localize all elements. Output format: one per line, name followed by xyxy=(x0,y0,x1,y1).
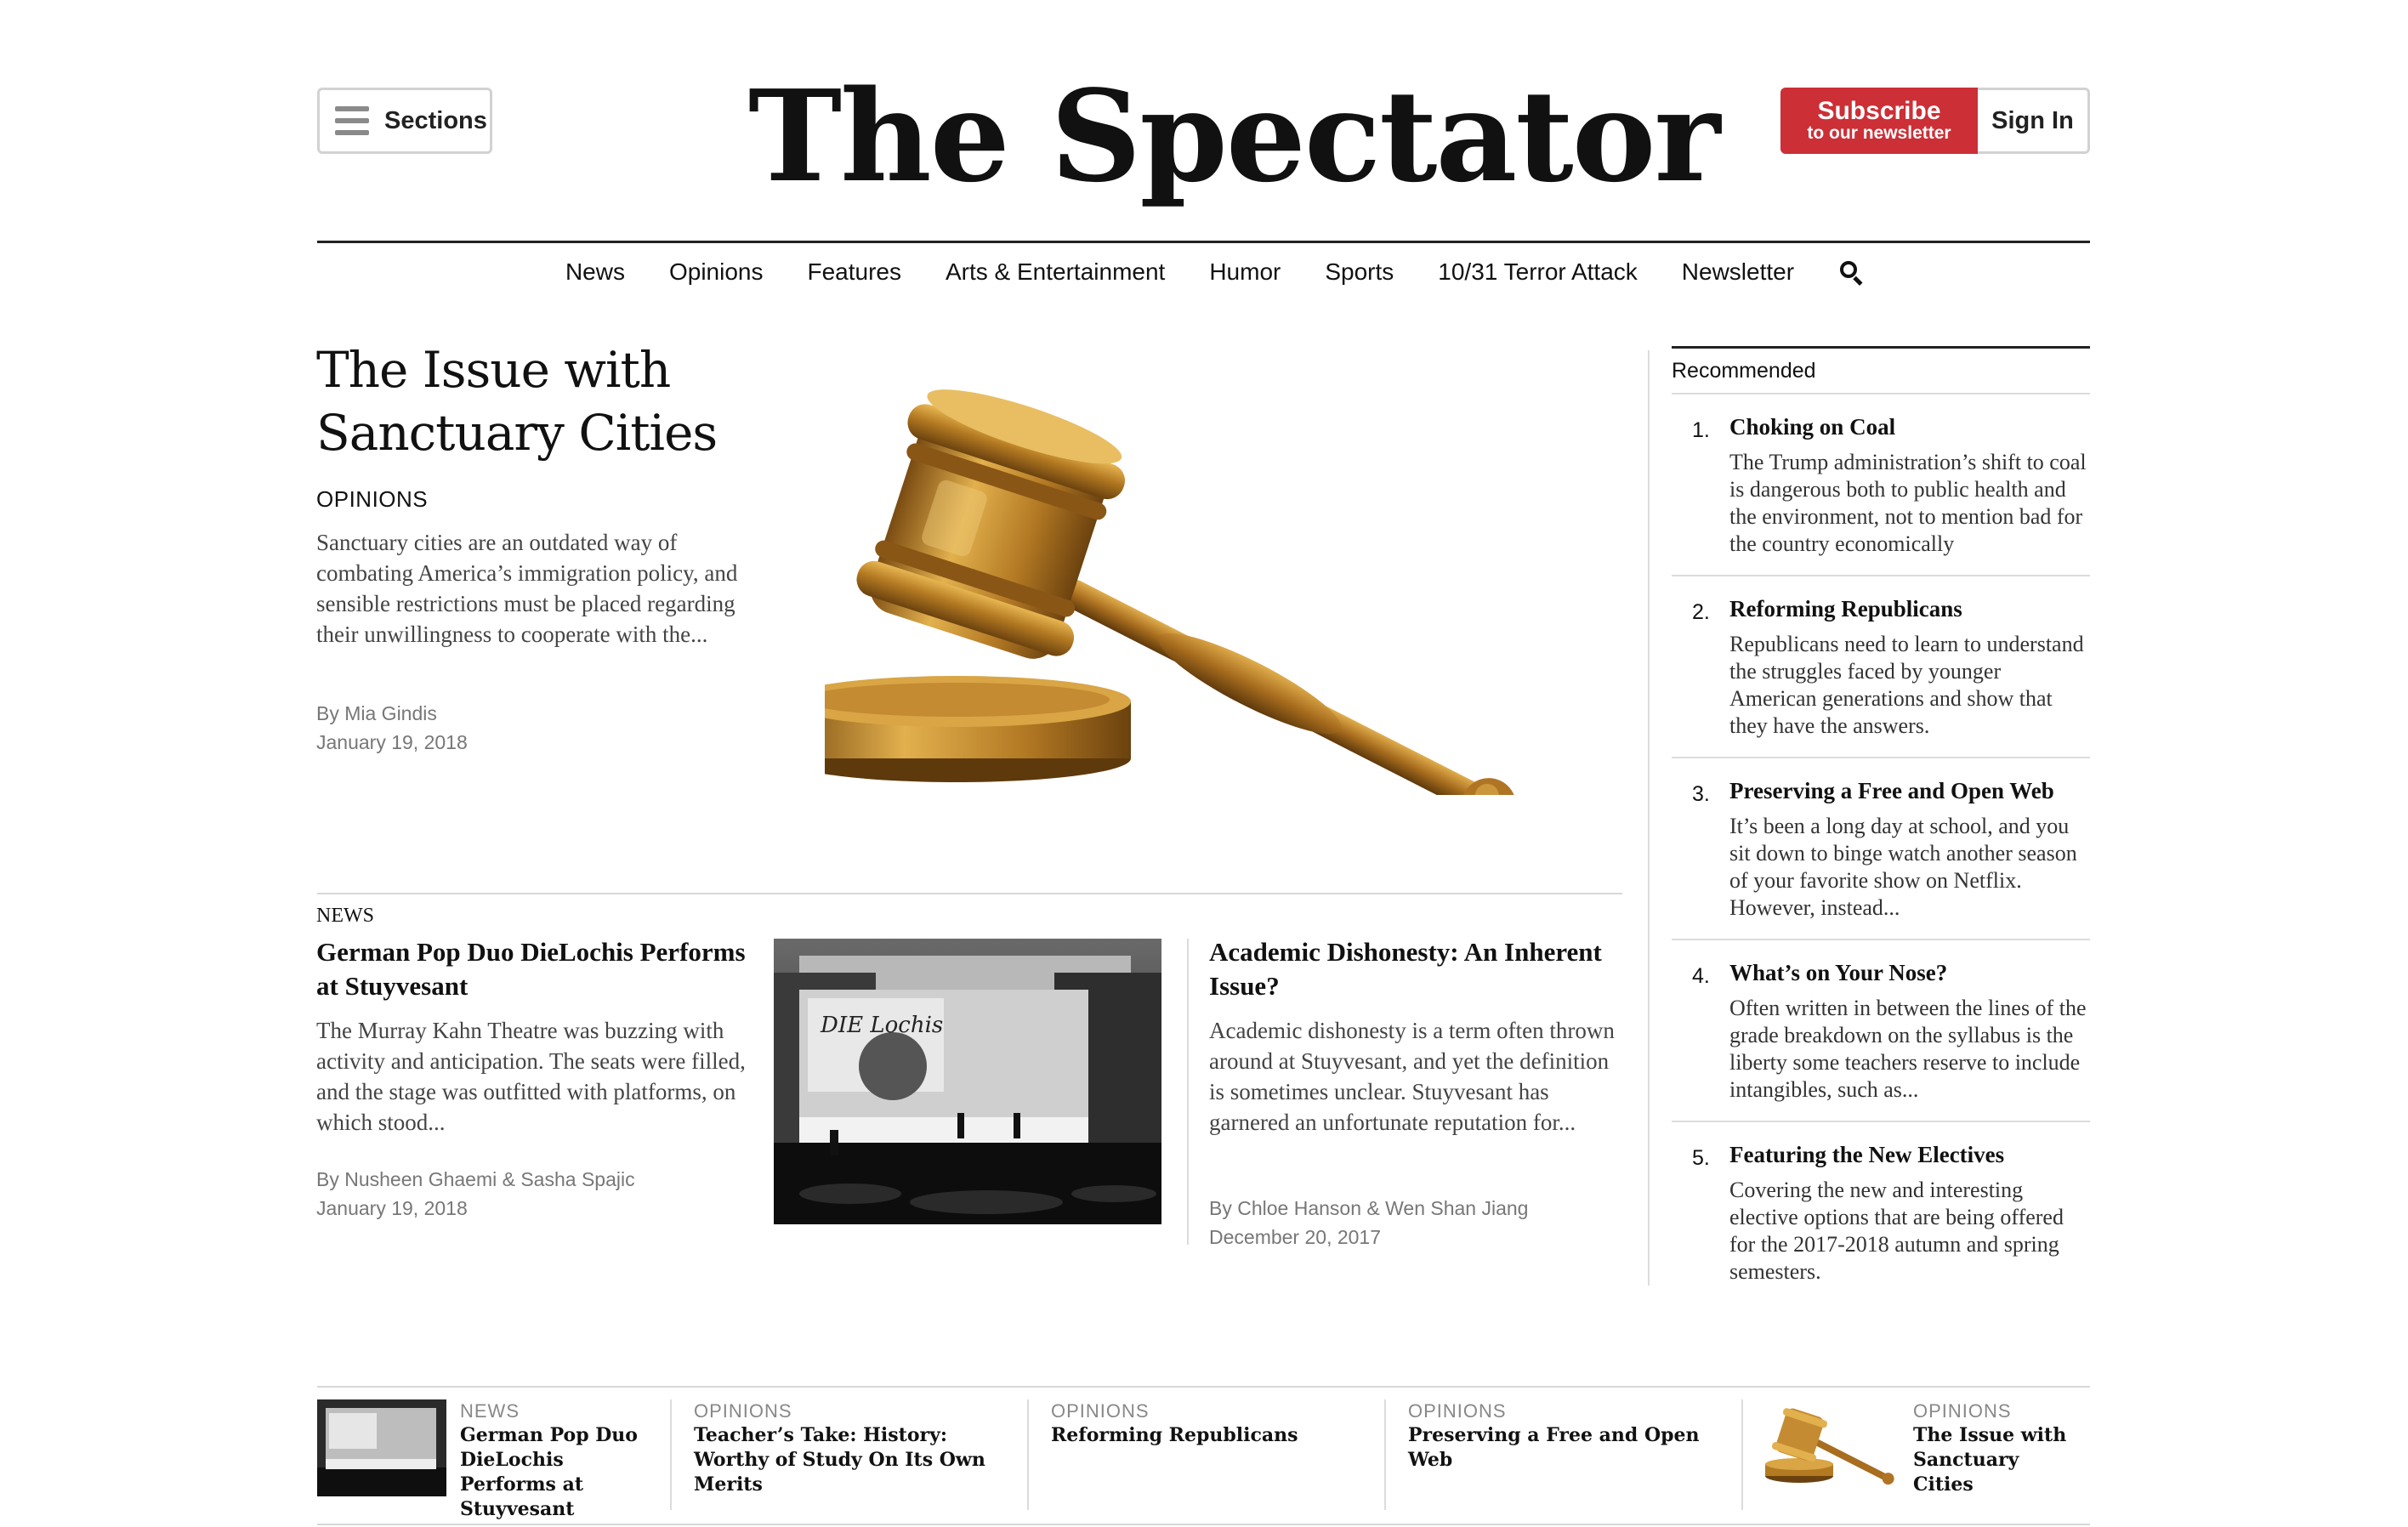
recommended-desc: It’s been a long day at school, and you … xyxy=(1729,814,2077,920)
story-divider xyxy=(1187,939,1189,1245)
story-title-dielochis[interactable]: German Pop Duo DieLochis Performs at Stu… xyxy=(316,935,750,1003)
photo-banner-text: DIE Lochis xyxy=(820,1013,943,1038)
page: Sections The Spectator Subscribe to our … xyxy=(0,0,2408,1527)
main-nav: News Opinions Features Arts & Entertainm… xyxy=(317,252,2090,292)
recommended-title[interactable]: Preserving a Free and Open Web xyxy=(1729,775,2090,806)
nav-item-arts-entertainment[interactable]: Arts & Entertainment xyxy=(946,258,1165,286)
subscribe-sublabel: to our newsletter xyxy=(1807,123,1951,143)
bottom-ticker: NEWS German Pop Duo DieLochis Performs a… xyxy=(317,1399,2090,1520)
ticker-text: OPINIONS Teacher’s Take: History: Worthy… xyxy=(694,1399,1008,1510)
recommended-item[interactable]: 4. What’s on Your Nose? Often written in… xyxy=(1672,939,2090,1121)
ticker-item[interactable]: NEWS German Pop Duo DieLochis Performs a… xyxy=(317,1399,670,1520)
sections-label: Sections xyxy=(384,106,487,134)
ticker-title[interactable]: German Pop Duo DieLochis Performs at Stu… xyxy=(460,1423,657,1522)
recommended-title[interactable]: Choking on Coal xyxy=(1729,412,2090,442)
ticker-text: OPINIONS The Issue with Sanctuary Cities xyxy=(1913,1399,2083,1510)
story-date: January 19, 2018 xyxy=(316,1197,468,1219)
nav-item-opinions[interactable]: Opinions xyxy=(669,258,764,286)
recommended-title[interactable]: Featuring the New Electives xyxy=(1729,1139,2090,1170)
lead-story-author[interactable]: By Mia Gindis xyxy=(316,699,468,728)
recommended-header: Recommended xyxy=(1672,359,1816,383)
recommended-item[interactable]: 1. Choking on Coal The Trump administrat… xyxy=(1672,393,2090,575)
ticker-text: OPINIONS Preserving a Free and Open Web xyxy=(1408,1399,1731,1510)
recommended-item[interactable]: 5. Featuring the New Electives Covering … xyxy=(1672,1121,2090,1303)
ticker-section: OPINIONS xyxy=(694,1400,792,1422)
ticker-item[interactable]: OPINIONS Reforming Republicans xyxy=(1027,1399,1384,1510)
nav-item-news[interactable]: News xyxy=(565,258,625,286)
recommended-number: 2. xyxy=(1692,600,1710,624)
gavel-thumbnail xyxy=(1765,1399,1901,1496)
recommended-item[interactable]: 2. Reforming Republicans Republicans nee… xyxy=(1672,575,2090,757)
subscribe-label: Subscribe xyxy=(1817,97,1941,125)
ticker-title[interactable]: Teacher’s Take: History: Worthy of Study… xyxy=(694,1423,1008,1497)
recommended-title[interactable]: What’s on Your Nose? xyxy=(1729,957,2090,988)
lead-story-byline: By Mia Gindis January 19, 2018 xyxy=(316,699,468,757)
ticker-section: OPINIONS xyxy=(1913,1400,2012,1422)
search-icon[interactable] xyxy=(1838,259,1864,287)
ticker-item[interactable]: OPINIONS Teacher’s Take: History: Worthy… xyxy=(670,1399,1027,1510)
recommended-title[interactable]: Reforming Republicans xyxy=(1729,593,2090,624)
nav-divider xyxy=(317,241,2090,243)
recommended-item[interactable]: 3. Preserving a Free and Open Web It’s b… xyxy=(1672,757,2090,939)
nav-item-sports[interactable]: Sports xyxy=(1325,258,1394,286)
hamburger-menu-icon xyxy=(335,106,369,135)
lead-story-date: January 19, 2018 xyxy=(316,731,468,753)
ticker-item[interactable]: OPINIONS The Issue with Sanctuary Cities xyxy=(1741,1399,2090,1510)
masthead-logo[interactable]: The Spectator xyxy=(748,60,1720,213)
recommended-desc: Covering the new and interesting electiv… xyxy=(1729,1178,2064,1284)
ticker-section: OPINIONS xyxy=(1051,1400,1150,1422)
ticker-section: NEWS xyxy=(460,1400,520,1422)
recommended-list: 1. Choking on Coal The Trump administrat… xyxy=(1672,393,2090,1303)
nav-item-humor[interactable]: Humor xyxy=(1209,258,1281,286)
subscribe-button[interactable]: Subscribe to our newsletter xyxy=(1780,88,1978,154)
recommended-divider xyxy=(1672,346,2090,349)
story-date: December 20, 2017 xyxy=(1209,1226,1382,1248)
story-summary-academic-dishonesty: Academic dishonesty is a term often thro… xyxy=(1209,1018,1615,1135)
lead-story-title[interactable]: The Issue with Sanctuary Cities xyxy=(316,338,792,464)
concert-photo[interactable]: DIE Lochis xyxy=(774,939,1161,1224)
recommended-desc: Often written in between the lines of th… xyxy=(1729,996,2087,1102)
column-divider xyxy=(1648,350,1650,1286)
recommended-number: 5. xyxy=(1692,1146,1710,1170)
gavel-image[interactable] xyxy=(825,387,1573,795)
recommended-desc: Republicans need to learn to understand … xyxy=(1729,632,2084,738)
story-byline-dielochis: By Nusheen Ghaemi & Sasha Spajic January… xyxy=(316,1165,635,1223)
nav-item-features[interactable]: Features xyxy=(807,258,901,286)
story-byline-academic-dishonesty: By Chloe Hanson & Wen Shan Jiang Decembe… xyxy=(1209,1194,1528,1252)
story-authors[interactable]: By Chloe Hanson & Wen Shan Jiang xyxy=(1209,1194,1528,1223)
story-title-academic-dishonesty[interactable]: Academic Dishonesty: An Inherent Issue? xyxy=(1209,935,1626,1003)
story-authors[interactable]: By Nusheen Ghaemi & Sasha Spajic xyxy=(316,1165,635,1194)
recommended-number: 1. xyxy=(1692,418,1710,442)
sections-button[interactable]: Sections xyxy=(317,88,492,154)
ticker-section: OPINIONS xyxy=(1408,1400,1507,1422)
ticker-title[interactable]: Reforming Republicans xyxy=(1051,1423,1366,1448)
recommended-number: 3. xyxy=(1692,782,1710,806)
section-divider xyxy=(317,893,1622,894)
lead-story-section[interactable]: OPINIONS xyxy=(316,486,428,513)
lead-story-summary: Sanctuary cities are an outdated way of … xyxy=(316,530,738,647)
story-summary-dielochis: The Murray Kahn Theatre was buzzing with… xyxy=(316,1018,746,1135)
nav-item-newsletter[interactable]: Newsletter xyxy=(1682,258,1794,286)
ticker-text: NEWS German Pop Duo DieLochis Performs a… xyxy=(460,1399,657,1520)
concert-thumbnail xyxy=(317,1399,446,1496)
ticker-title[interactable]: Preserving a Free and Open Web xyxy=(1408,1423,1731,1473)
ticker-text: OPINIONS Reforming Republicans xyxy=(1051,1399,1366,1510)
ticker-title[interactable]: The Issue with Sanctuary Cities xyxy=(1913,1423,2083,1497)
recommended-number: 4. xyxy=(1692,964,1710,988)
ticker-divider xyxy=(317,1386,2090,1388)
ticker-item[interactable]: OPINIONS Preserving a Free and Open Web xyxy=(1384,1399,1741,1510)
recommended-desc: The Trump administration’s shift to coal… xyxy=(1729,450,2087,556)
nav-item-terror-attack[interactable]: 10/31 Terror Attack xyxy=(1438,258,1638,286)
sign-in-button[interactable]: Sign In xyxy=(1978,88,2090,154)
story-section-label[interactable]: NEWS xyxy=(316,905,374,928)
ticker-bottom-divider xyxy=(317,1524,2090,1525)
